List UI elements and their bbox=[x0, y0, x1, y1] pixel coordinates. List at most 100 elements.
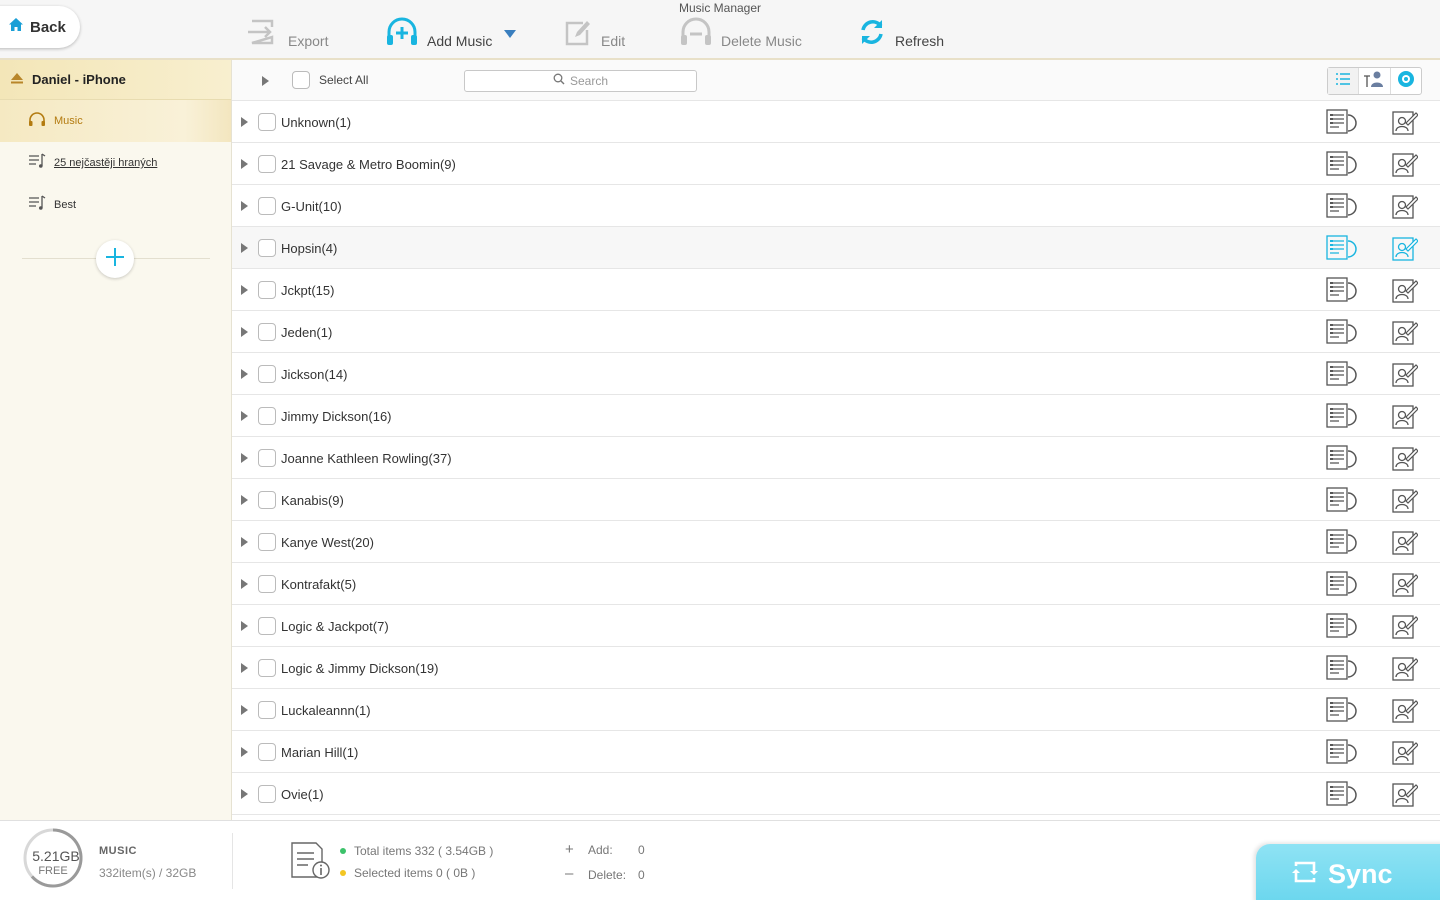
artist-row[interactable]: Kanabis(9) bbox=[232, 479, 1440, 521]
row-checkbox[interactable] bbox=[258, 365, 276, 383]
artist-row[interactable]: Jeden(1) bbox=[232, 311, 1440, 353]
expand-row-toggle[interactable] bbox=[241, 747, 248, 757]
expand-row-toggle[interactable] bbox=[241, 579, 248, 589]
track-list-icon[interactable] bbox=[1326, 445, 1358, 471]
edit-artist-icon[interactable] bbox=[1392, 487, 1419, 513]
add-playlist-button[interactable] bbox=[96, 240, 134, 278]
sync-button[interactable]: Sync bbox=[1256, 844, 1440, 900]
expand-row-toggle[interactable] bbox=[241, 537, 248, 547]
edit-artist-icon[interactable] bbox=[1392, 571, 1419, 597]
row-checkbox[interactable] bbox=[258, 239, 276, 257]
artist-row[interactable]: G-Unit(10) bbox=[232, 185, 1440, 227]
edit-artist-icon[interactable] bbox=[1392, 403, 1419, 429]
edit-artist-icon[interactable] bbox=[1392, 235, 1419, 261]
select-all-checkbox[interactable] bbox=[292, 71, 310, 89]
artist-view-button[interactable] bbox=[1359, 68, 1391, 94]
eject-icon[interactable] bbox=[10, 71, 24, 89]
track-list-icon[interactable] bbox=[1326, 151, 1358, 177]
expand-row-toggle[interactable] bbox=[241, 327, 248, 337]
edit-artist-icon[interactable] bbox=[1392, 277, 1419, 303]
track-list-icon[interactable] bbox=[1326, 613, 1358, 639]
sidebar-item-music[interactable]: Music bbox=[0, 100, 231, 142]
edit-artist-icon[interactable] bbox=[1392, 613, 1419, 639]
track-list-icon[interactable] bbox=[1326, 361, 1358, 387]
track-list-icon[interactable] bbox=[1326, 697, 1358, 723]
artist-row[interactable]: Kanye West(20) bbox=[232, 521, 1440, 563]
expand-row-toggle[interactable] bbox=[241, 285, 248, 295]
sidebar-item-best[interactable]: Best bbox=[0, 184, 231, 226]
track-list-icon[interactable] bbox=[1326, 235, 1358, 261]
edit-artist-icon[interactable] bbox=[1392, 529, 1419, 555]
artist-row[interactable]: Logic & Jackpot(7) bbox=[232, 605, 1440, 647]
artist-row[interactable]: Jckpt(15) bbox=[232, 269, 1440, 311]
artist-row[interactable]: Joanne Kathleen Rowling(37) bbox=[232, 437, 1440, 479]
track-list-icon[interactable] bbox=[1326, 487, 1358, 513]
refresh-button[interactable]: Refresh bbox=[857, 18, 944, 52]
back-button[interactable]: Back bbox=[0, 6, 80, 48]
album-view-button[interactable] bbox=[1391, 68, 1421, 94]
edit-artist-icon[interactable] bbox=[1392, 193, 1419, 219]
row-checkbox[interactable] bbox=[258, 449, 276, 467]
expand-row-toggle[interactable] bbox=[241, 705, 248, 715]
edit-artist-icon[interactable] bbox=[1392, 109, 1419, 135]
expand-row-toggle[interactable] bbox=[241, 621, 248, 631]
add-music-button[interactable]: Add Music bbox=[385, 17, 492, 52]
expand-row-toggle[interactable] bbox=[241, 789, 248, 799]
expand-all-toggle[interactable] bbox=[262, 76, 269, 86]
export-button[interactable]: Export bbox=[246, 18, 328, 52]
track-list-icon[interactable] bbox=[1326, 655, 1358, 681]
edit-artist-icon[interactable] bbox=[1392, 655, 1419, 681]
row-checkbox[interactable] bbox=[258, 785, 276, 803]
track-list-icon[interactable] bbox=[1326, 109, 1358, 135]
row-checkbox[interactable] bbox=[258, 491, 276, 509]
list-view-button[interactable] bbox=[1328, 68, 1360, 94]
expand-row-toggle[interactable] bbox=[241, 243, 248, 253]
expand-row-toggle[interactable] bbox=[241, 411, 248, 421]
row-checkbox[interactable] bbox=[258, 281, 276, 299]
expand-row-toggle[interactable] bbox=[241, 369, 248, 379]
expand-row-toggle[interactable] bbox=[241, 453, 248, 463]
row-checkbox[interactable] bbox=[258, 323, 276, 341]
artist-row[interactable]: Jimmy Dickson(16) bbox=[232, 395, 1440, 437]
row-checkbox[interactable] bbox=[258, 113, 276, 131]
track-list-icon[interactable] bbox=[1326, 319, 1358, 345]
track-list-icon[interactable] bbox=[1326, 529, 1358, 555]
artist-row[interactable]: 21 Savage & Metro Boomin(9) bbox=[232, 143, 1440, 185]
add-music-dropdown[interactable] bbox=[503, 30, 517, 44]
expand-row-toggle[interactable] bbox=[241, 663, 248, 673]
expand-row-toggle[interactable] bbox=[241, 495, 248, 505]
search-input[interactable]: Search bbox=[464, 70, 697, 92]
edit-artist-icon[interactable] bbox=[1392, 697, 1419, 723]
row-checkbox[interactable] bbox=[258, 617, 276, 635]
row-checkbox[interactable] bbox=[258, 743, 276, 761]
row-checkbox[interactable] bbox=[258, 197, 276, 215]
device-row[interactable]: Daniel - iPhone bbox=[0, 60, 231, 100]
edit-artist-icon[interactable] bbox=[1392, 151, 1419, 177]
row-checkbox[interactable] bbox=[258, 155, 276, 173]
delete-music-button[interactable]: Delete Music bbox=[679, 17, 802, 52]
artist-row[interactable]: Ovie(1) bbox=[232, 773, 1440, 815]
row-checkbox[interactable] bbox=[258, 659, 276, 677]
track-list-icon[interactable] bbox=[1326, 193, 1358, 219]
row-checkbox[interactable] bbox=[258, 575, 276, 593]
row-checkbox[interactable] bbox=[258, 407, 276, 425]
artist-row[interactable]: Luckaleannn(1) bbox=[232, 689, 1440, 731]
row-checkbox[interactable] bbox=[258, 701, 276, 719]
edit-artist-icon[interactable] bbox=[1392, 361, 1419, 387]
expand-row-toggle[interactable] bbox=[241, 159, 248, 169]
track-list-icon[interactable] bbox=[1326, 739, 1358, 765]
artist-row[interactable]: Logic & Jimmy Dickson(19) bbox=[232, 647, 1440, 689]
artist-row[interactable]: Hopsin(4) bbox=[232, 227, 1440, 269]
track-list-icon[interactable] bbox=[1326, 571, 1358, 597]
artist-row[interactable]: Marian Hill(1) bbox=[232, 731, 1440, 773]
edit-artist-icon[interactable] bbox=[1392, 445, 1419, 471]
sidebar-item-top-25[interactable]: 25 nejčastěji hraných bbox=[0, 142, 231, 184]
row-checkbox[interactable] bbox=[258, 533, 276, 551]
track-list-icon[interactable] bbox=[1326, 277, 1358, 303]
track-list-icon[interactable] bbox=[1326, 403, 1358, 429]
edit-artist-icon[interactable] bbox=[1392, 739, 1419, 765]
edit-artist-icon[interactable] bbox=[1392, 781, 1419, 807]
expand-row-toggle[interactable] bbox=[241, 201, 248, 211]
edit-artist-icon[interactable] bbox=[1392, 319, 1419, 345]
artist-row[interactable]: Kontrafakt(5) bbox=[232, 563, 1440, 605]
